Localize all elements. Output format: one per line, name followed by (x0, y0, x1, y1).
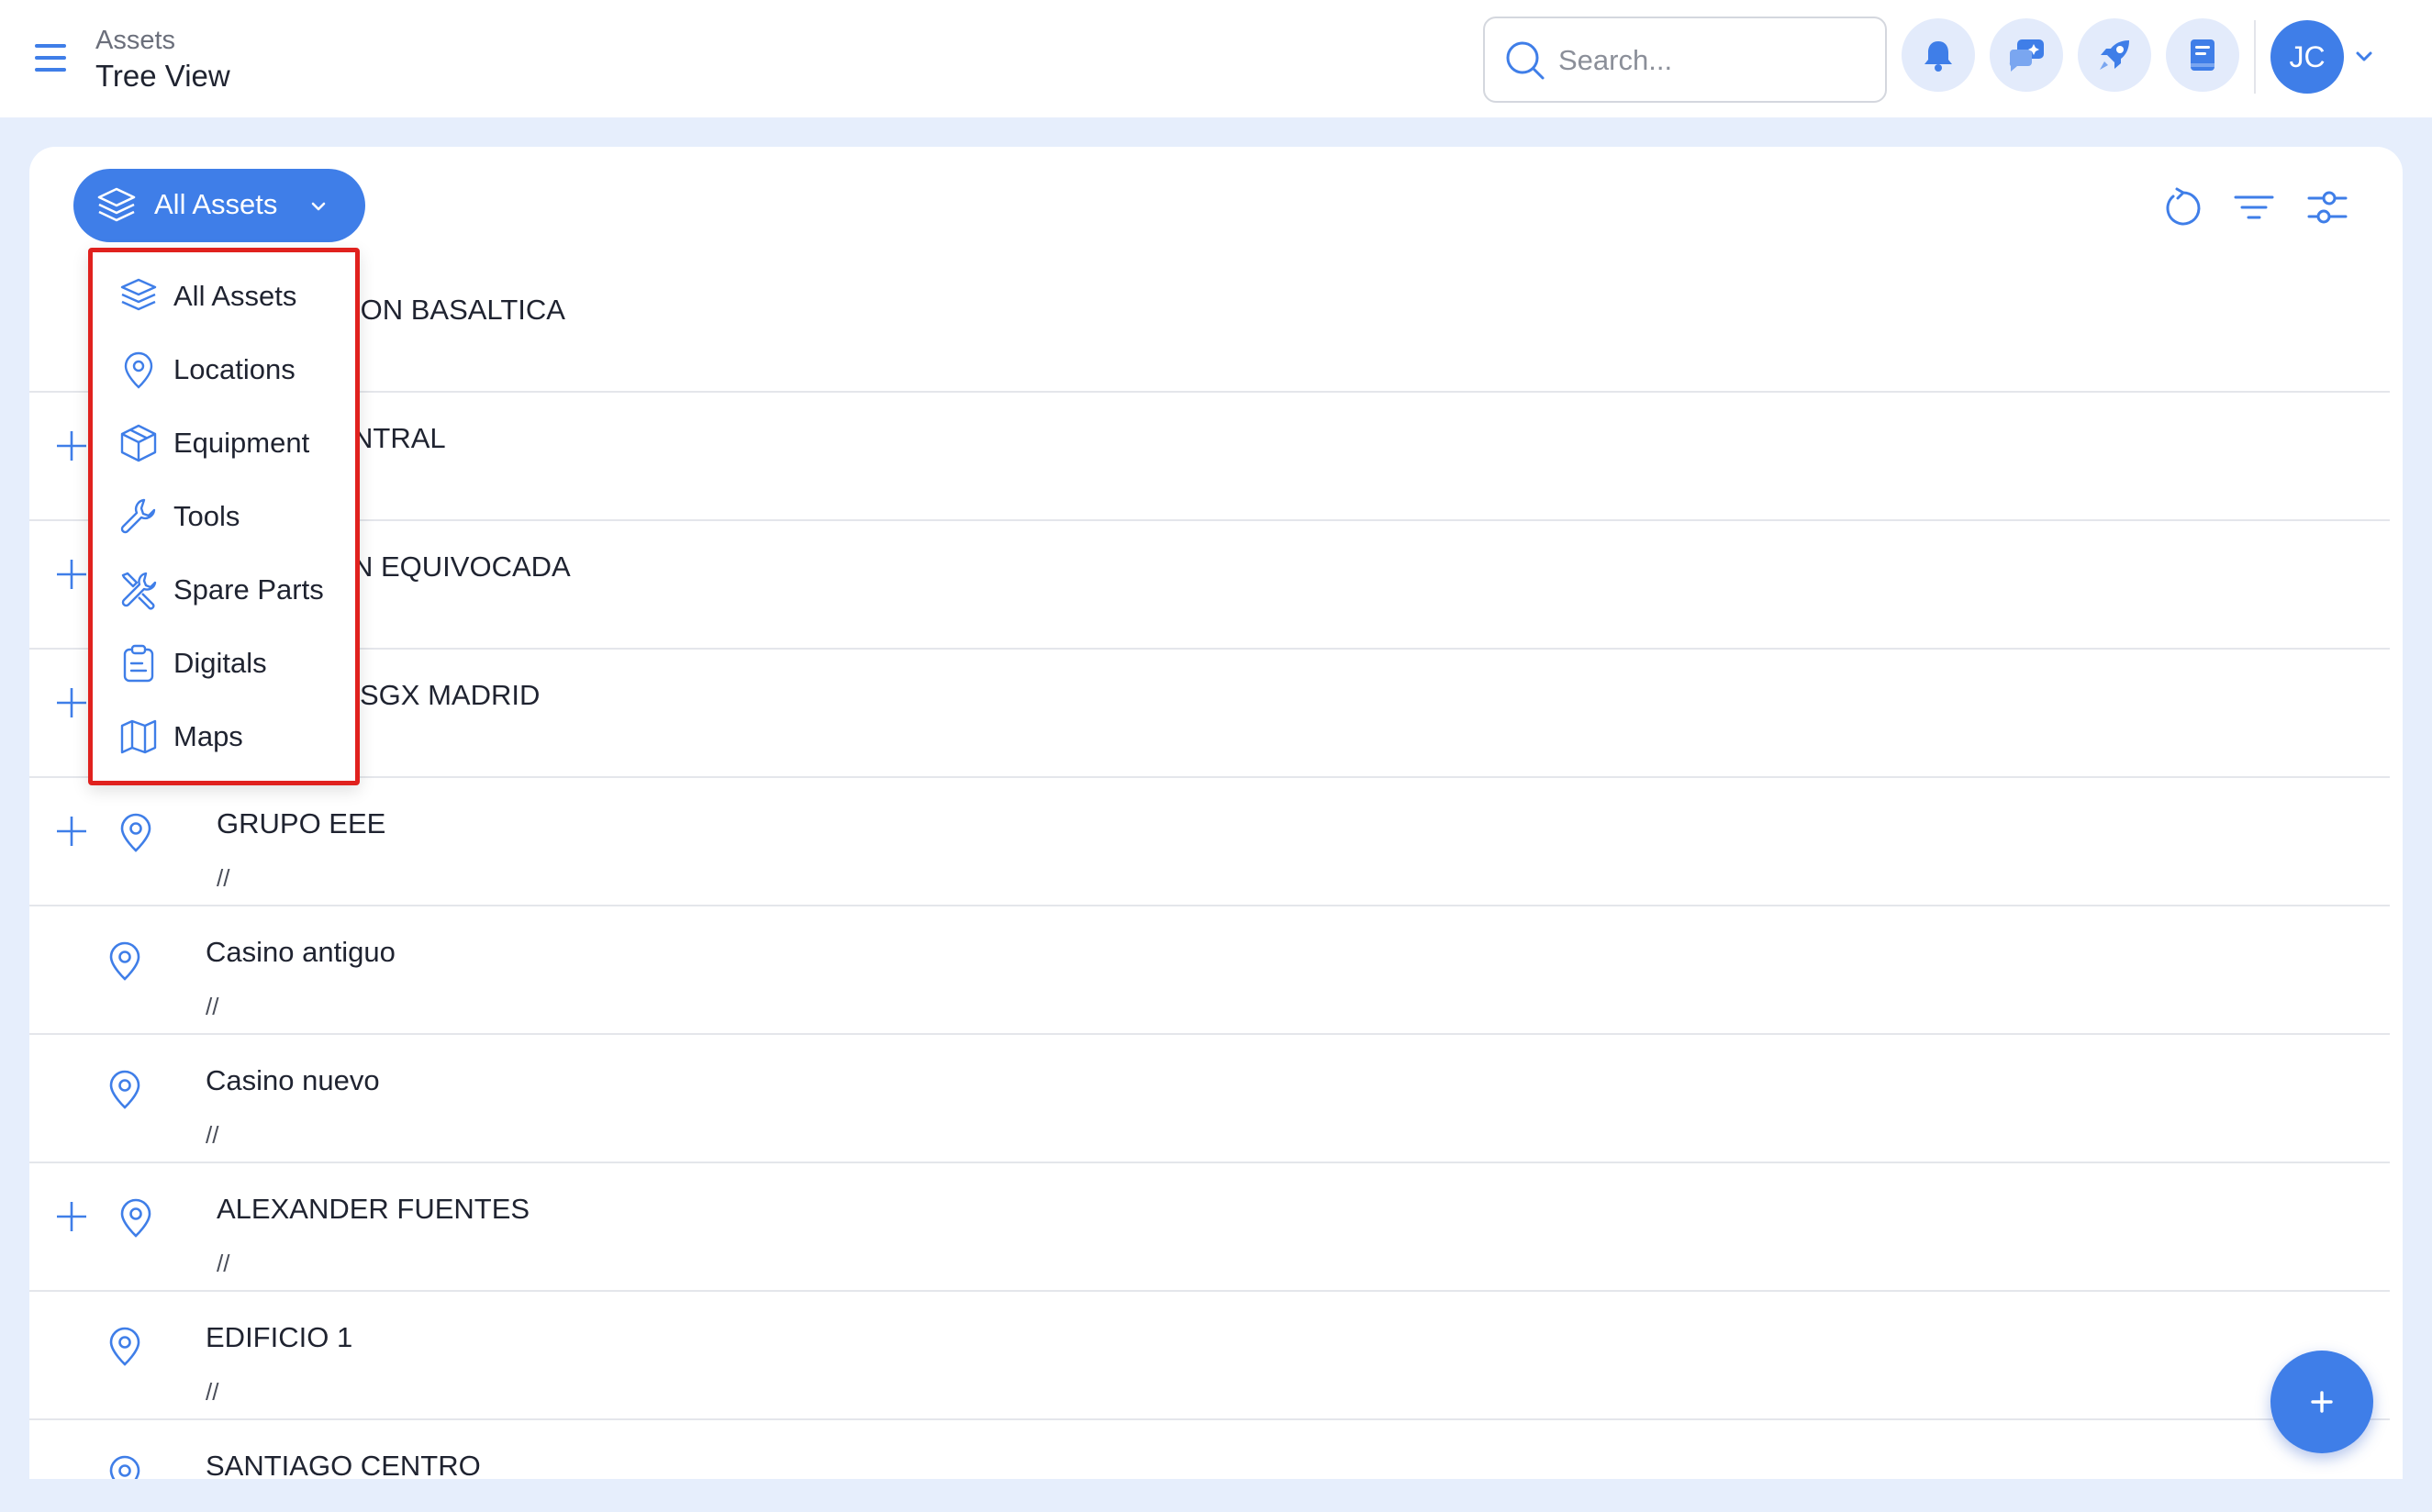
plus-icon[interactable] (53, 684, 90, 721)
tree-row-path: // (206, 1378, 219, 1406)
plus-icon[interactable] (53, 428, 90, 464)
tree-row-path: // (206, 993, 219, 1020)
plus-icon[interactable] (53, 813, 90, 850)
location-pin-icon (117, 1198, 154, 1239)
tree-row-path: // (217, 1250, 230, 1277)
tree-row[interactable]: N EQUIVOCADA (29, 521, 2390, 650)
wrench-icon (118, 496, 159, 537)
search-icon (1503, 39, 1547, 83)
breadcrumb[interactable]: Assets (95, 26, 175, 56)
tree-view-panel: All Assets ION BASALTICA NTRAL N EQUIVOC… (29, 147, 2403, 1512)
tree-row-name: GRUPO EEE (217, 807, 386, 839)
help-docs-button[interactable] (2166, 18, 2239, 92)
tree-row[interactable]: ION BASALTICA (29, 264, 2390, 393)
chat-button[interactable] (1990, 18, 2063, 92)
tree-row-path: // (217, 864, 230, 892)
dropdown-item-label: Maps (173, 720, 243, 752)
search-input[interactable] (1558, 33, 1870, 88)
map-icon (118, 717, 159, 757)
notifications-button[interactable] (1902, 18, 1975, 92)
menu-icon[interactable] (29, 39, 73, 79)
dropdown-item-equipment[interactable]: Equipment (93, 410, 355, 474)
tree-row-name: SANTIAGO CENTRO (206, 1450, 481, 1482)
dropdown-item-maps[interactable]: Maps (93, 704, 355, 768)
location-pin-icon (106, 941, 143, 982)
bell-icon (1922, 38, 1955, 72)
dropdown-item-spare-parts[interactable]: Spare Parts (93, 557, 355, 621)
location-pin-icon (106, 1327, 143, 1367)
dropdown-item-locations[interactable]: Locations (93, 337, 355, 401)
dropdown-item-label: All Assets (173, 280, 297, 312)
dropdown-item-label: Tools (173, 500, 240, 532)
tree-row[interactable]: ALEXANDER FUENTES // (29, 1163, 2390, 1292)
tree-row-name: SGX MADRID (360, 679, 541, 711)
location-pin-icon (118, 350, 159, 390)
location-pin-icon (117, 813, 154, 853)
page-title: Tree View (95, 59, 230, 93)
dropdown-item-all-assets[interactable]: All Assets (93, 263, 355, 328)
refresh-icon[interactable] (2160, 185, 2204, 229)
asset-type-filter-label: All Assets (154, 188, 278, 220)
plus-icon (2305, 1385, 2338, 1418)
tree-row-name: EDIFICIO 1 (206, 1321, 353, 1353)
layers-icon (95, 185, 138, 226)
clipboard-icon (118, 643, 159, 684)
dropdown-item-label: Equipment (173, 427, 310, 459)
tree-row-name: ALEXANDER FUENTES (217, 1193, 530, 1225)
plus-icon[interactable] (53, 556, 90, 593)
tree-row[interactable]: SGX MADRID (29, 650, 2390, 778)
tree-row[interactable]: Casino nuevo // (29, 1035, 2390, 1163)
divider (2254, 20, 2256, 94)
asset-type-filter-button[interactable]: All Assets (73, 169, 365, 242)
tools-crossed-icon (118, 570, 159, 610)
dropdown-item-label: Digitals (173, 647, 267, 679)
tree-row-name: NTRAL (352, 422, 446, 454)
top-bar: Assets Tree View Search... JC (0, 0, 2432, 117)
location-pin-icon (106, 1070, 143, 1110)
avatar[interactable]: JC (2270, 20, 2344, 94)
add-asset-button[interactable] (2270, 1351, 2373, 1453)
dropdown-item-label: Locations (173, 353, 296, 385)
rocket-icon (2096, 37, 2133, 73)
tree-row-name: Casino nuevo (206, 1064, 380, 1096)
chat-icon (2006, 37, 2047, 73)
tree-row-name: N EQUIVOCADA (352, 550, 571, 583)
tree-row[interactable]: EDIFICIO 1 // (29, 1292, 2390, 1420)
book-icon (2186, 37, 2219, 73)
dropdown-item-digitals[interactable]: Digitals (93, 630, 355, 695)
filter-icon[interactable] (2232, 185, 2276, 229)
chevron-down-icon (308, 198, 329, 215)
tree-row-name: ION BASALTICA (352, 294, 565, 326)
plus-icon[interactable] (53, 1198, 90, 1235)
search-box[interactable] (1483, 17, 1887, 103)
tree-row[interactable]: NTRAL (29, 393, 2390, 521)
tree-row-path: // (206, 1121, 219, 1149)
asset-type-dropdown: All Assets Locations Equipment Tools Spa… (88, 248, 360, 785)
chevron-down-icon[interactable] (2353, 48, 2375, 66)
tree-row-name: Casino antiguo (206, 936, 396, 968)
tree-row[interactable]: GRUPO EEE // (29, 778, 2390, 906)
box-icon (118, 423, 159, 463)
page-footer-gap (0, 1479, 2432, 1512)
dropdown-item-label: Spare Parts (173, 573, 324, 606)
whats-new-button[interactable] (2078, 18, 2151, 92)
tree-row[interactable]: Casino antiguo // (29, 906, 2390, 1035)
dropdown-item-tools[interactable]: Tools (93, 484, 355, 548)
layers-icon (118, 276, 159, 317)
settings-sliders-icon[interactable] (2305, 185, 2349, 229)
